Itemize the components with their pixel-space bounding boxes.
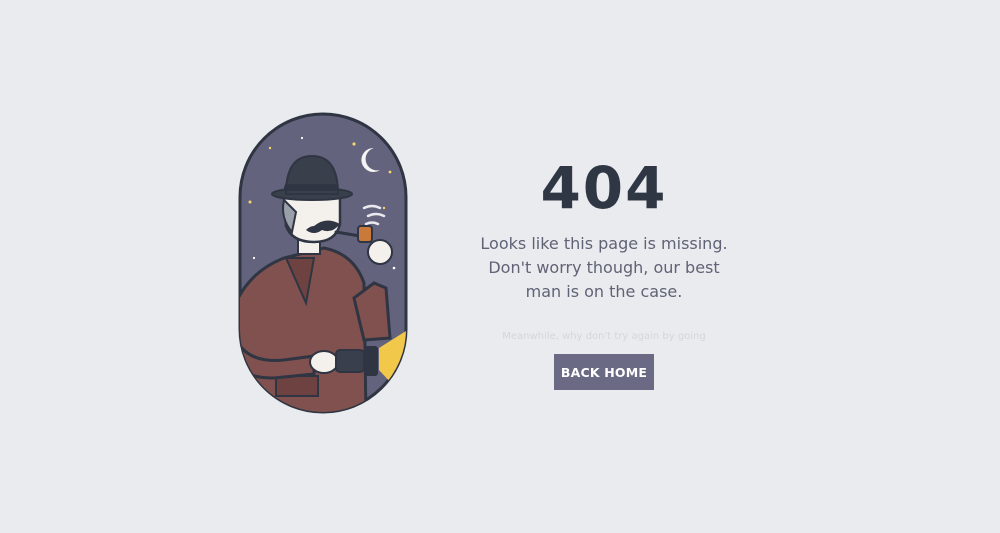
error-message-line: Don't worry though, our best <box>488 258 720 277</box>
error-content: 404 Looks like this page is missing. Don… <box>462 150 746 390</box>
error-message: Looks like this page is missing. Don't w… <box>462 232 746 304</box>
error-message-line: Looks like this page is missing. <box>480 234 728 253</box>
error-code: 404 <box>540 154 668 222</box>
detective-icon <box>214 108 414 418</box>
faint-note: Meanwhile, why don't try again by going <box>502 331 706 342</box>
error-message-line: man is on the case. <box>525 282 683 301</box>
not-found-page: 404 Looks like this page is missing. Don… <box>0 0 1000 533</box>
back-home-button[interactable]: BACK HOME <box>554 354 654 390</box>
